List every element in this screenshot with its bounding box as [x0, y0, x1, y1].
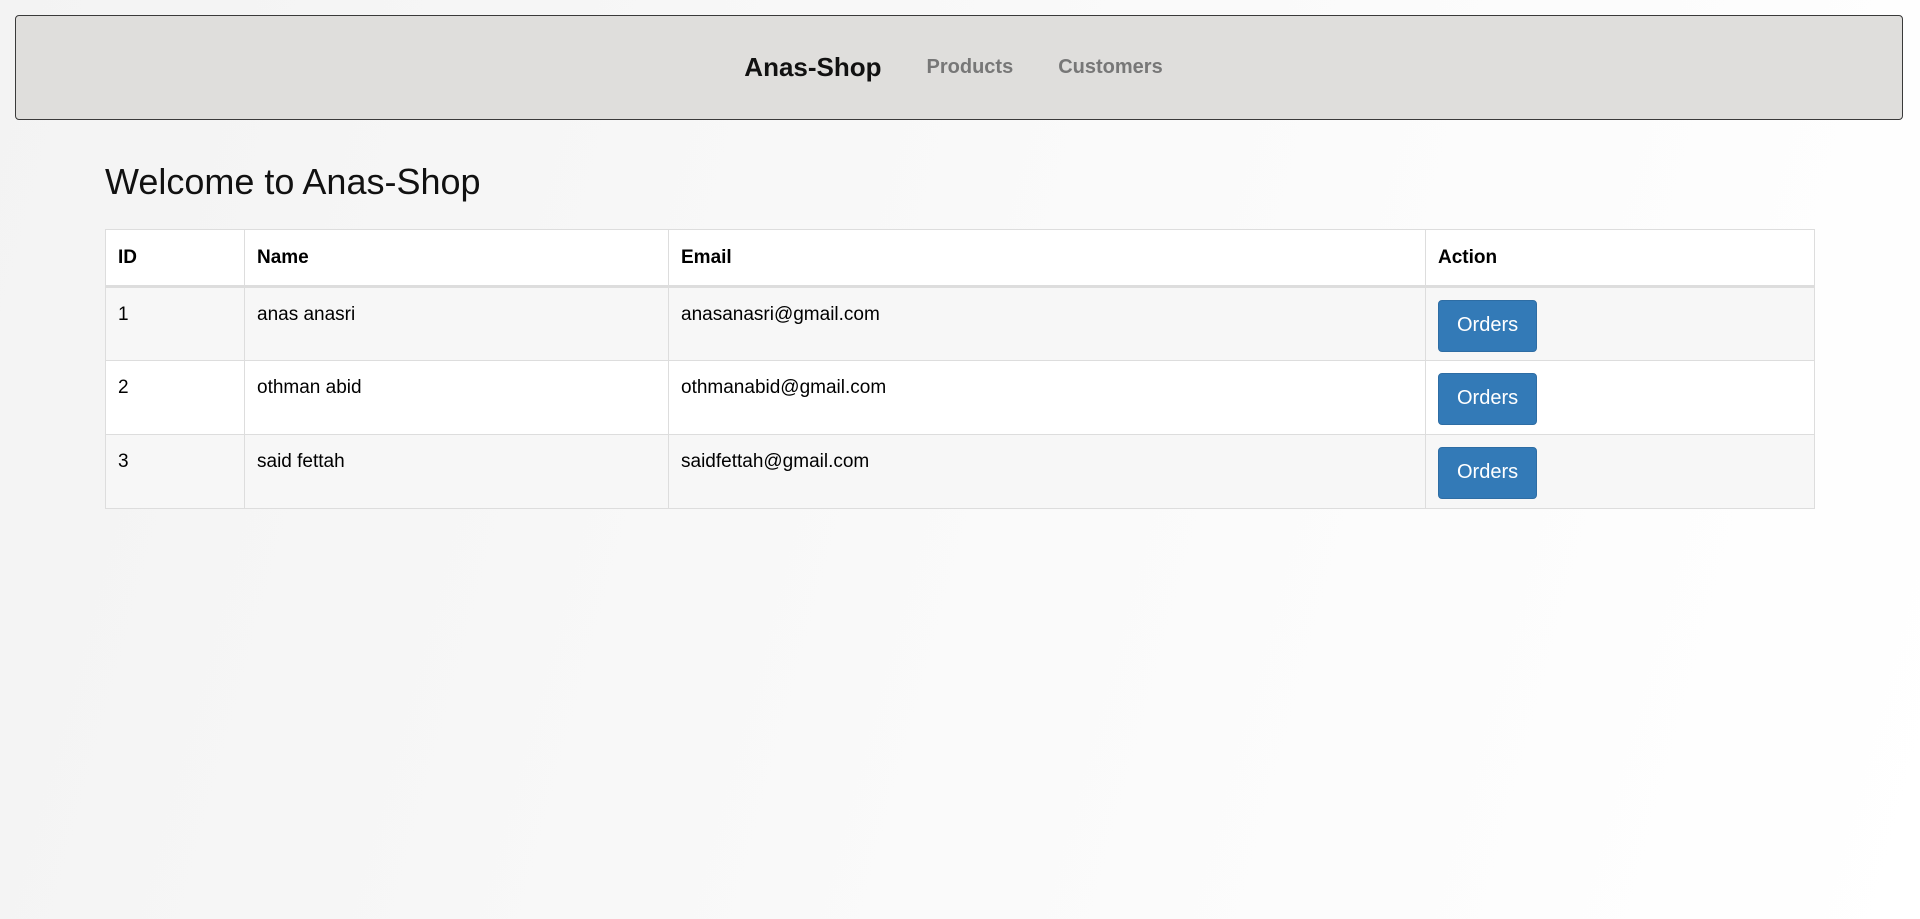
navbar: Anas-Shop Products Customers: [15, 15, 1903, 120]
cell-email: othmanabid@gmail.com: [668, 360, 1426, 435]
cell-email: saidfettah@gmail.com: [668, 434, 1426, 509]
cell-name: othman abid: [244, 360, 669, 435]
column-header-id: ID: [105, 229, 245, 288]
navbar-inner: Anas-Shop Products Customers: [744, 52, 1162, 83]
cell-id: 2: [105, 360, 245, 435]
nav-link-customers[interactable]: Customers: [1058, 56, 1162, 79]
brand-link[interactable]: Anas-Shop: [744, 52, 881, 83]
nav-link-products[interactable]: Products: [927, 56, 1014, 79]
cell-action: Orders: [1425, 286, 1815, 361]
cell-action: Orders: [1425, 360, 1815, 435]
table-header-row: ID Name Email Action: [105, 229, 1815, 288]
cell-action: Orders: [1425, 434, 1815, 509]
cell-name: said fettah: [244, 434, 669, 509]
page-title: Welcome to Anas-Shop: [105, 161, 481, 202]
table-row: 2 othman abid othmanabid@gmail.com Order…: [105, 360, 1815, 435]
cell-name: anas anasri: [244, 286, 669, 361]
orders-button[interactable]: Orders: [1438, 373, 1538, 425]
table-row: 3 said fettah saidfettah@gmail.com Order…: [105, 434, 1815, 509]
table-row: 1 anas anasri anasanasri@gmail.com Order…: [105, 286, 1815, 361]
cell-id: 3: [105, 434, 245, 509]
orders-button[interactable]: Orders: [1438, 447, 1538, 499]
cell-id: 1: [105, 286, 245, 361]
cell-email: anasanasri@gmail.com: [668, 286, 1426, 361]
orders-button[interactable]: Orders: [1438, 300, 1538, 352]
column-header-action: Action: [1425, 229, 1815, 288]
column-header-email: Email: [668, 229, 1426, 288]
customers-table: ID Name Email Action 1 anas anasri anasa…: [105, 229, 1815, 509]
column-header-name: Name: [244, 229, 669, 288]
